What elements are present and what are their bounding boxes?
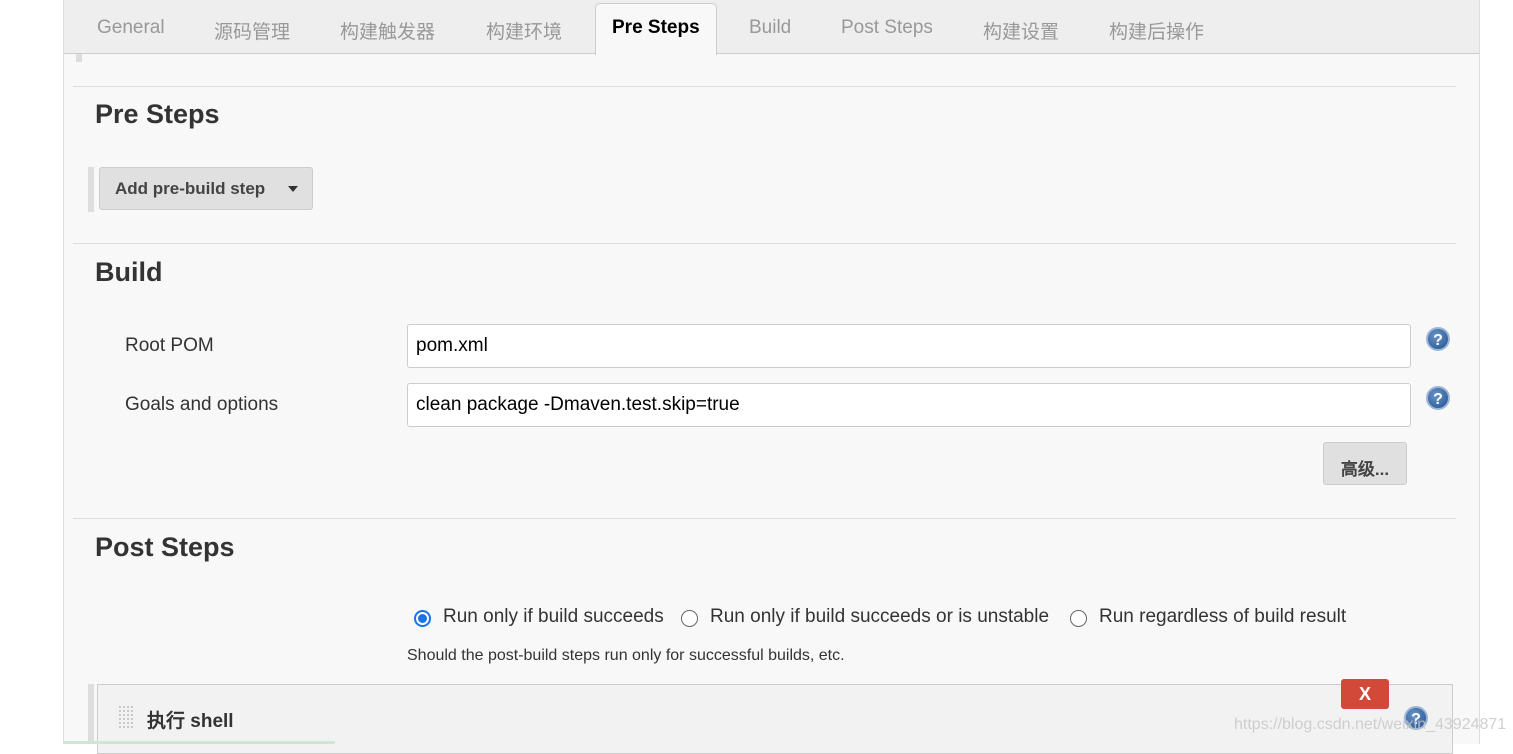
section-marker: [76, 54, 82, 62]
radio-always-label[interactable]: Run regardless of build result: [1099, 606, 1346, 628]
divider: [73, 243, 1456, 244]
config-panel: General 源码管理 构建触发器 构建环境 Pre Steps Build …: [63, 0, 1480, 754]
tab-general[interactable]: General: [97, 17, 165, 39]
tab-triggers[interactable]: 构建触发器: [340, 17, 435, 44]
tab-scm[interactable]: 源码管理: [214, 17, 290, 44]
radio-success[interactable]: [414, 610, 431, 627]
section-marker: [88, 167, 94, 212]
add-pre-build-step-label: Add pre-build step: [115, 179, 266, 198]
root-pom-label: Root POM: [125, 335, 214, 356]
tab-build-settings[interactable]: 构建设置: [983, 17, 1059, 44]
divider: [73, 86, 1456, 87]
radio-always[interactable]: [1070, 610, 1087, 627]
tab-pre-steps[interactable]: Pre Steps: [595, 3, 717, 55]
shell-step-title: 执行 shell: [147, 711, 234, 732]
section-marker: [88, 684, 94, 744]
divider: [73, 518, 1456, 519]
root-pom-input[interactable]: [407, 324, 1411, 368]
tab-build[interactable]: Build: [749, 17, 791, 39]
post-steps-heading: Post Steps: [95, 532, 235, 562]
caret-down-icon: [288, 186, 298, 192]
tab-post-build[interactable]: 构建后操作: [1109, 17, 1204, 44]
post-steps-hint: Should the post-build steps run only for…: [407, 647, 845, 664]
tab-environment[interactable]: 构建环境: [486, 17, 562, 44]
tab-post-steps[interactable]: Post Steps: [841, 17, 933, 39]
build-heading: Build: [95, 257, 163, 287]
goals-input[interactable]: [407, 383, 1411, 427]
goals-label: Goals and options: [125, 394, 279, 415]
help-icon[interactable]: ?: [1426, 327, 1450, 351]
watermark: https://blog.csdn.net/weixin_43924871: [1234, 716, 1507, 733]
help-icon[interactable]: ?: [1426, 386, 1450, 410]
add-pre-build-step-button[interactable]: Add pre-build step: [99, 167, 313, 210]
tab-bar: General 源码管理 构建触发器 构建环境 Pre Steps Build …: [64, 0, 1479, 55]
radio-success-label[interactable]: Run only if build succeeds: [443, 606, 664, 628]
delete-step-button[interactable]: X: [1341, 679, 1389, 709]
pre-steps-heading: Pre Steps: [95, 99, 220, 129]
drag-handle-icon[interactable]: [118, 705, 135, 729]
radio-unstable-label[interactable]: Run only if build succeeds or is unstabl…: [710, 606, 1049, 628]
advanced-button[interactable]: 高级...: [1323, 442, 1407, 485]
radio-unstable[interactable]: [681, 610, 698, 627]
